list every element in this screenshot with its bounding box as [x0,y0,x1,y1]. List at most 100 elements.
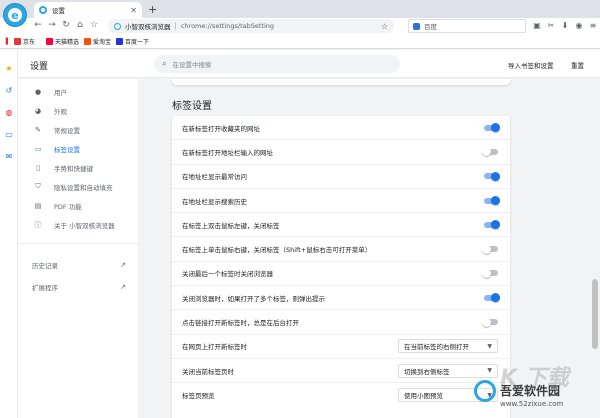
watermark-title: 吾爱软件园 [500,384,561,398]
tmall-icon [46,38,53,45]
import-bookmarks-link[interactable]: 导入书签和设置 [508,60,554,70]
toggle-switch[interactable] [482,147,498,157]
nav-item-appearance[interactable]: ◕ 外观 [18,101,138,120]
new-tab-button[interactable]: + [148,3,157,16]
setting-label: 点击链接打开新标签时，总是在后台打开 [182,319,299,328]
back-icon[interactable]: ← [32,20,44,30]
setting-row: 在标签上双击鼠标左键，关闭标签 [172,213,510,238]
nav-label: 标签设置 [54,145,80,154]
nav-item-extensions[interactable]: 扩展程序 ↗ [18,277,138,296]
watermark: K 下载 吾爱软件园 www.52zixue.com [470,360,596,414]
nav-label: PDF 功能 [54,202,82,211]
nav-item-pdf[interactable]: ▤ PDF 功能 [18,196,138,215]
toggle-switch[interactable] [482,268,498,278]
toggle-switch[interactable] [482,244,498,254]
nav-label: 隐私设置和自动填充 [54,183,113,192]
search-engine-label: 百度 [424,23,437,31]
mouse-icon: ▯ [36,163,40,172]
mail-icon[interactable]: ✉ [4,152,14,162]
bookmark-item[interactable]: 百度一下 [116,37,149,46]
tab-settings-card: 在新标签打开收藏夹的网址 在新标签打开地址栏输入的网址 在地址栏显示最常访问 在… [172,116,510,418]
search-icon: ⌕ [162,59,167,68]
external-link-icon: ↗ [120,282,126,291]
favorites-star-icon[interactable]: ★ [4,64,14,74]
star-bookmark-icon[interactable]: ☆ [88,20,100,30]
setting-row: 关闭浏览器时，如果打开了多个标签，则弹出提示 [172,286,510,311]
setting-row: 在标签上单击鼠标右键，关闭标签（Shift+鼠标右击可打开菜单） [172,238,510,262]
screenshot-icon[interactable]: ✂ [546,21,556,31]
history-icon[interactable]: ↺ [4,86,14,96]
scroll-thumb[interactable] [592,279,598,349]
nav-label: 手势和快捷键 [54,164,93,173]
nav-item-privacy[interactable]: ⛉ 隐私设置和自动填充 [18,177,138,196]
setting-label: 在新标签打开地址栏输入的网址 [182,148,273,157]
info-icon: ⓘ [34,220,42,229]
toggle-switch[interactable] [484,171,500,181]
toggle-switch[interactable] [484,123,500,133]
bookmark-star-icon[interactable]: ☆ [381,22,388,31]
forward-icon[interactable]: → [46,20,58,30]
nav-divider [18,243,138,244]
palette-icon: ◕ [34,106,42,115]
site-icon [114,22,121,30]
tab-settings[interactable]: 设置 ✕ [34,2,142,18]
tab-icon: ▭ [34,144,42,153]
home-icon[interactable]: ⌂ [74,20,86,30]
nav-label: 历史记录 [32,261,58,270]
nav-item-about[interactable]: ⓘ 关于 小智双核浏览器 [18,215,138,234]
address-app-name: 小智双核浏览器 [125,23,171,31]
search-engine-box[interactable]: 百度 [408,19,526,33]
taobao-icon [84,38,91,45]
menu-icon[interactable]: ≡ [588,21,598,31]
notes-icon[interactable]: ▭ [4,130,14,140]
tab-favicon-icon [39,6,47,14]
weibo-icon[interactable]: ◍ [4,108,14,118]
bookmark-item[interactable]: 爱淘宝 [84,37,111,46]
jd-icon [14,38,21,45]
dropdown-arrow-icon: ▼ [487,342,492,350]
baidu-icon [116,38,123,45]
toggle-switch[interactable] [484,293,500,303]
bookmark-label: 京东 [23,39,36,46]
user-icon[interactable]: ◉ [574,21,584,31]
nav-item-history[interactable]: 历史记录 ↗ [18,255,138,274]
setting-label: 在地址栏显示最常访问 [182,173,247,182]
toolbar: ← → ↻ ⌂ ☆ 小智双核浏览器 | chrome://settings/ta… [0,18,600,35]
setting-label: 关闭最后一个标签时关闭浏览器 [182,270,273,279]
extension-icon[interactable]: ▣ [532,21,542,31]
person-icon: ● [34,87,42,96]
tab-title: 设置 [52,7,65,15]
nav-item-general[interactable]: ✎ 常规设置 [18,120,138,139]
setting-label: 在新标签打开收藏夹的网址 [182,124,260,133]
nav-item-tabs[interactable]: ▭ 标签设置 [18,139,138,158]
nav-item-user[interactable]: ● 用户 [18,82,138,101]
tab-close-icon[interactable]: ✕ [130,6,137,15]
settings-header: 设置 ⌕ 在设置中搜索 导入书签和设置 重置 [18,50,600,78]
pdf-icon: ▤ [34,201,42,210]
toggle-switch[interactable] [484,220,500,230]
setting-row: 点击链接打开新标签时，总是在后台打开 [172,310,510,335]
nav-item-gestures[interactable]: ▯ 手势和快捷键 [18,158,138,177]
address-bar[interactable]: 小智双核浏览器 | chrome://settings/tabSetting ☆ [108,19,394,33]
bookmark-label: 百度一下 [125,39,150,46]
download-icon[interactable]: ⬇ [560,21,570,31]
bookmark-item[interactable]: 天猫精选 [46,37,79,46]
setting-row: 在地址栏显示搜索历史 [172,189,510,214]
bookmarks-folder-icon[interactable]: ❚ [4,37,10,45]
toggle-switch[interactable] [484,196,500,206]
bookmark-item[interactable]: 京东 [14,37,35,46]
reload-icon[interactable]: ↻ [60,20,72,30]
toggle-switch[interactable] [482,317,498,327]
setting-label: 在标签上单击鼠标右键，关闭标签（Shift+鼠标右击可打开菜单） [182,246,372,255]
shield-icon: ⛉ [35,182,41,190]
browser-sidebar: ★ ↺ ◍ ▭ ✉ [0,50,18,418]
reset-link[interactable]: 重置 [571,60,584,70]
settings-search-input[interactable]: ⌕ 在设置中搜索 [154,55,400,73]
setting-row: 标签页预览 使用小图预览 ▼ [172,383,510,407]
new-tab-position-select[interactable]: 在当前标签的右侧打开 ▼ [398,339,498,354]
nav-label: 常规设置 [54,126,80,135]
external-link-icon: ↗ [120,260,126,269]
select-value: 在当前标签的右侧打开 [404,343,469,352]
section-title: 标签设置 [172,101,212,112]
setting-row: 关闭最后一个标签时关闭浏览器 [172,262,510,287]
